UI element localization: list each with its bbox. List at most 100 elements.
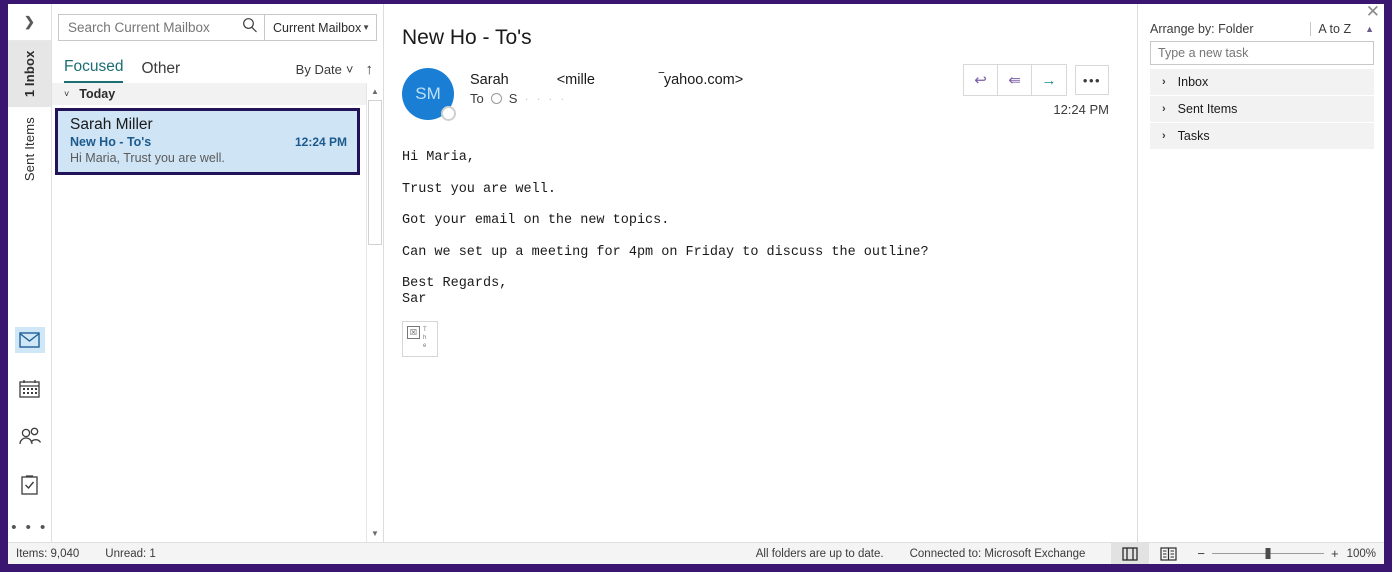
group-header-today[interactable]: ˅ Today [52, 83, 366, 105]
presence-indicator-icon [441, 106, 456, 121]
message-list-pane: Search Current Mailbox Current Mailbox ▼… [52, 4, 384, 542]
collapse-icon[interactable]: ▲ [1365, 24, 1374, 34]
expand-folder-pane-button[interactable]: ❯ [8, 4, 51, 40]
task-arrange-row: Arrange by: Folder A to Z ▲ [1150, 22, 1374, 41]
message-list-item[interactable]: Sarah Miller New Ho - To's 12:24 PM Hi M… [55, 108, 360, 175]
search-placeholder: Search Current Mailbox [68, 20, 210, 35]
scroll-down-button[interactable]: ▼ [367, 525, 383, 542]
tab-other[interactable]: Other [141, 60, 180, 83]
task-group-tasks-label: Tasks [1177, 129, 1210, 143]
folder-tab-inbox[interactable]: 1 Inbox [8, 40, 51, 108]
body-line-3: Got your email on the new topics. [402, 213, 670, 229]
sort-by-label: By Date [295, 62, 342, 77]
recipient-name: S [508, 91, 518, 106]
task-group-inbox-label: Inbox [1177, 75, 1209, 89]
folder-tab-inbox-count: 1 [22, 89, 37, 98]
message-preview: Hi Maria, Trust you are well. [70, 151, 225, 165]
module-overflow-button[interactable]: • • • [11, 519, 48, 536]
sort-direction-button[interactable]: ↑ [366, 61, 374, 78]
new-task-placeholder: Type a new task [1158, 46, 1249, 60]
search-icon[interactable] [242, 17, 258, 38]
outlook-window: ❯ 1 Inbox Sent Items • • • Search Curren… [8, 2, 1384, 564]
task-group-sent-items[interactable]: › Sent Items [1150, 96, 1374, 123]
body-line-1: Hi Maria, [402, 150, 475, 165]
sort-controls: By Date ˅ ↑ [296, 61, 373, 83]
reading-pane: New Ho - To's SM Sarah <mille ‾yahoo.com… [384, 4, 1138, 542]
new-task-input[interactable]: Type a new task [1150, 41, 1374, 65]
task-group-inbox[interactable]: › Inbox [1150, 69, 1374, 96]
search-row: Search Current Mailbox Current Mailbox ▼ [52, 4, 383, 47]
broken-image-icon: ☒ [407, 326, 420, 340]
folder-tab-sent-items-label: Sent Items [22, 117, 37, 182]
folder-tab-sent-items[interactable]: Sent Items [8, 107, 51, 191]
chevron-right-icon: › [1162, 130, 1166, 142]
recipient-redacted: · · · · [524, 91, 567, 106]
task-group-sent-items-label: Sent Items [1177, 102, 1238, 116]
signature-line-2: Sar [402, 291, 427, 307]
message-body: Hi Maria, Trust you are well. Got your e… [402, 150, 1109, 307]
zoom-in-button[interactable]: + [1331, 546, 1339, 561]
zoom-out-button[interactable]: − [1197, 546, 1205, 561]
broken-image-placeholder[interactable]: ☒ The [402, 321, 438, 358]
task-pane: ✕ Arrange by: Folder A to Z ▲ Type a new… [1138, 2, 1384, 542]
folder-tab-inbox-label: Inbox [22, 50, 37, 86]
zoom-level: 100% [1346, 547, 1376, 560]
arrange-by-button[interactable]: Arrange by: Folder [1150, 22, 1310, 36]
message-list-body: ˅ Today Sarah Miller New Ho - To's 12:24… [52, 83, 383, 542]
unread-count: Unread: 1 [105, 547, 156, 560]
chevron-down-icon: ˅ [345, 62, 354, 77]
scrollbar-track[interactable] [367, 100, 383, 525]
message-subject: New Ho - To's [70, 135, 152, 149]
search-input[interactable]: Search Current Mailbox [58, 14, 265, 41]
message-timestamp: 12:24 PM [1053, 102, 1109, 117]
avatar: SM [402, 68, 456, 121]
to-label: To [470, 91, 484, 106]
body-line-2: Trust you are well. [402, 181, 556, 197]
folder-tab-list: 1 Inbox Sent Items [8, 40, 51, 191]
sort-order-button[interactable]: A to Z [1310, 22, 1351, 36]
scroll-up-button[interactable]: ▲ [367, 83, 383, 100]
zoom-slider[interactable] [1211, 548, 1324, 559]
sort-by-dropdown[interactable]: By Date ˅ [296, 62, 354, 77]
connection-status: Connected to: Microsoft Exchange [909, 547, 1086, 560]
signature-line-1: Best Regards, [402, 276, 508, 292]
tasks-icon[interactable] [15, 471, 45, 497]
scrollbar-thumb[interactable] [368, 100, 382, 245]
calendar-icon[interactable] [15, 375, 45, 401]
close-icon[interactable]: ✕ [1366, 2, 1380, 22]
mail-icon[interactable] [14, 327, 45, 353]
zoom-slider-thumb[interactable] [1265, 548, 1271, 559]
message-sender: Sarah Miller [70, 116, 153, 133]
search-scope-label: Current Mailbox [273, 20, 362, 35]
chevron-right-icon: › [1162, 103, 1166, 115]
sender-address-end: ‾yahoo.com> [658, 72, 744, 88]
normal-view-icon[interactable] [1111, 543, 1150, 564]
body-line-4: Can we set up a meeting for 4pm on Frida… [402, 244, 929, 260]
sync-status: All folders are up to date. [755, 547, 884, 560]
forward-button[interactable]: → [1032, 65, 1066, 95]
page-title: New Ho - To's [402, 26, 532, 49]
reading-view-icon[interactable] [1149, 543, 1187, 564]
more-actions-button[interactable]: ••• [1075, 65, 1109, 95]
chevron-down-icon: ▼ [362, 23, 370, 32]
people-icon[interactable] [15, 423, 45, 449]
message-subject-row: New Ho - To's 12:24 PM [70, 135, 347, 149]
module-switcher: • • • [8, 327, 51, 536]
recipient-presence-icon [490, 93, 502, 104]
reply-button[interactable]: ↩ [964, 65, 998, 95]
chevron-right-icon: ❯ [24, 14, 35, 29]
search-scope-dropdown[interactable]: Current Mailbox ▼ [265, 14, 377, 41]
status-right: All folders are up to date. Connected to… [756, 543, 1384, 564]
chevron-right-icon: › [1162, 76, 1166, 88]
zoom-control: − + [1187, 546, 1346, 561]
tab-focused[interactable]: Focused [64, 58, 124, 83]
status-left: Items: 9,040 Unread: 1 [16, 548, 156, 560]
status-bar: Items: 9,040 Unread: 1 All folders are u… [8, 542, 1384, 564]
sender-address-start: <mille [556, 72, 595, 88]
task-group-tasks[interactable]: › Tasks [1150, 123, 1374, 150]
message-time: 12:24 PM [294, 135, 347, 149]
message-list-scrollbar[interactable]: ▲ ▼ [366, 83, 383, 542]
message-actions: ↩ ⇚ → ••• [963, 64, 1109, 96]
reply-all-button[interactable]: ⇚ [998, 65, 1032, 95]
chevron-down-icon: ˅ [64, 89, 70, 99]
